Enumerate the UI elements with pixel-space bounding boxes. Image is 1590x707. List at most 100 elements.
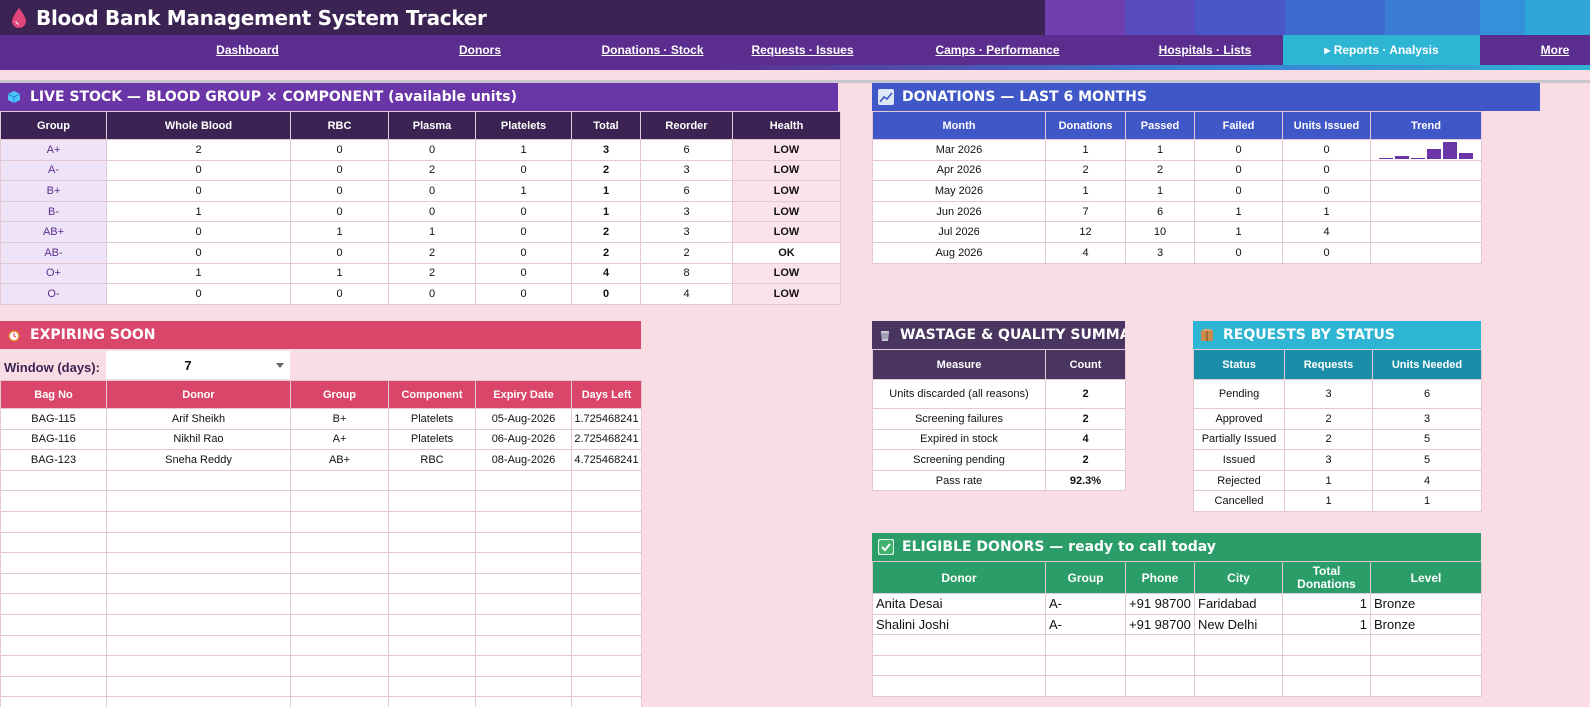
nav-requests-issues[interactable]: Requests · Issues xyxy=(740,35,865,65)
table-cell xyxy=(106,655,291,677)
nav-underline xyxy=(0,65,1590,70)
table-row[interactable] xyxy=(0,634,642,657)
table-cell: 4 xyxy=(1372,469,1482,492)
table-row[interactable]: Rejected 1 4 xyxy=(1193,469,1482,492)
table-row[interactable]: AB+ 0 1 1 0 2 3 LOW xyxy=(0,221,841,243)
table-row[interactable]: Pending 3 6 xyxy=(1193,379,1482,409)
table-cell xyxy=(0,490,107,512)
table-cell: 3 xyxy=(1284,449,1373,471)
table-row[interactable]: BAG-116 Nikhil Rao A+ Platelets 06-Aug-2026 2… xyxy=(0,428,642,451)
live-stock-table: Group Whole Blood RBC Plasma Platelets T… xyxy=(0,111,841,305)
table-cell: Aug 2026 xyxy=(872,241,1046,264)
table-row[interactable]: BAG-123 Sneha Reddy AB+ RBC 08-Aug-2026 4.725… xyxy=(0,449,642,471)
table-row[interactable]: Units discarded (all reasons) 2 xyxy=(872,379,1126,409)
table-row[interactable] xyxy=(872,654,1482,677)
table-cell: +91 98700 xyxy=(1125,593,1195,615)
table-cell: 1 xyxy=(290,262,389,285)
table-row[interactable]: May 2026 1 1 0 0 xyxy=(872,180,1482,202)
table-row[interactable]: Anita Desai A- +91 98700 Faridabad 1 Bronze xyxy=(872,593,1482,615)
table-row[interactable]: BAG-115 Arif Sheikh B+ Platelets 05-Aug-2026… xyxy=(0,408,642,430)
sparkline-bar xyxy=(1395,155,1409,159)
table-cell xyxy=(106,634,291,657)
column-header: Bag No xyxy=(0,380,107,409)
table-row[interactable]: Apr 2026 2 2 0 0 xyxy=(872,159,1482,182)
blood-drop-icon xyxy=(12,7,26,28)
table-row[interactable]: Screening failures 2 xyxy=(872,408,1126,430)
nav-dashboard[interactable]: Dashboard xyxy=(185,35,310,65)
nav-camps-performance[interactable]: Camps · Performance xyxy=(920,35,1075,65)
table-row[interactable]: A+ 2 0 0 1 3 6 LOW xyxy=(0,139,841,161)
table-row[interactable]: Partially Issued 2 5 xyxy=(1193,428,1482,451)
table-cell: Mar 2026 xyxy=(872,139,1046,161)
table-cell xyxy=(1125,675,1195,697)
table-cell xyxy=(0,675,107,698)
table-row[interactable]: Cancelled 1 1 xyxy=(1193,490,1482,512)
count-cell: 92.3% xyxy=(1045,469,1126,492)
table-cell xyxy=(388,469,476,492)
table-row[interactable] xyxy=(0,572,642,595)
table-row[interactable] xyxy=(0,510,642,533)
health-status-cell: LOW xyxy=(732,200,841,223)
sparkline-bar xyxy=(1427,148,1441,159)
table-row[interactable]: Approved 2 3 xyxy=(1193,408,1482,430)
column-header: Units Issued xyxy=(1282,111,1371,140)
table-cell: 1 xyxy=(1284,490,1373,512)
table-row[interactable] xyxy=(0,552,642,574)
table-cell: 0 xyxy=(475,159,572,182)
nav-more[interactable]: More xyxy=(1520,35,1590,65)
table-row[interactable]: AB- 0 0 2 0 2 2 OK xyxy=(0,241,841,264)
nav-hospitals-lists[interactable]: Hospitals · Lists xyxy=(1140,35,1270,65)
table-row[interactable]: Expired in stock 4 xyxy=(872,428,1126,451)
table-row[interactable]: O- 0 0 0 0 0 4 LOW xyxy=(0,283,841,305)
table-row[interactable]: B- 1 0 0 0 1 3 LOW xyxy=(0,200,841,223)
table-row[interactable]: O+ 1 1 2 0 4 8 LOW xyxy=(0,262,841,285)
table-cell: Anita Desai xyxy=(872,593,1046,615)
window-days-dropdown[interactable]: 7 xyxy=(106,351,290,379)
table-row[interactable] xyxy=(0,593,642,615)
table-cell: 1 xyxy=(290,221,389,243)
table-row[interactable]: Issued 3 5 xyxy=(1193,449,1482,471)
table-cell: 6 xyxy=(1125,200,1195,223)
table-row[interactable] xyxy=(0,490,642,512)
table-row[interactable] xyxy=(0,469,642,492)
table-row[interactable]: Shalini Joshi A- +91 98700 New Delhi 1 Bronze xyxy=(872,613,1482,636)
nav-reports-analysis[interactable]: ▸ Reports · Analysis xyxy=(1283,35,1480,65)
table-row[interactable] xyxy=(872,634,1482,656)
table-cell: 4 xyxy=(1045,241,1126,264)
table-cell: 2.725468241 xyxy=(571,428,642,451)
nav-donors[interactable]: Donors xyxy=(420,35,540,65)
table-cell: 0 xyxy=(1194,180,1283,202)
table-row[interactable]: Screening pending 2 xyxy=(872,449,1126,471)
title-stripe xyxy=(1385,0,1480,35)
table-row[interactable]: A- 0 0 2 0 2 3 LOW xyxy=(0,159,841,182)
health-status-cell: LOW xyxy=(732,180,841,202)
table-row[interactable] xyxy=(0,613,642,636)
table-row[interactable]: B+ 0 0 0 1 1 6 LOW xyxy=(0,180,841,202)
table-cell: 12 xyxy=(1045,221,1126,243)
table-cell: 2 xyxy=(1284,428,1373,451)
table-cell: 2 xyxy=(571,221,641,243)
table-cell: 2 xyxy=(106,139,291,161)
column-header: Units Needed xyxy=(1372,349,1482,380)
table-cell: 6 xyxy=(1372,379,1482,409)
table-row[interactable] xyxy=(0,655,642,677)
table-cell xyxy=(0,510,107,533)
table-cell: Cancelled xyxy=(1193,490,1285,512)
table-row[interactable]: Aug 2026 4 3 0 0 xyxy=(872,241,1482,264)
table-row[interactable]: Jul 2026 12 10 1 4 xyxy=(872,221,1482,243)
table-cell: +91 98700 xyxy=(1125,613,1195,636)
table-row[interactable] xyxy=(0,531,642,554)
nav-donations-stock[interactable]: Donations · Stock xyxy=(590,35,715,65)
table-row[interactable] xyxy=(872,675,1482,697)
table-cell xyxy=(0,634,107,657)
table-cell xyxy=(571,675,642,698)
health-status-cell: LOW xyxy=(732,221,841,243)
table-row[interactable]: Jun 2026 7 6 1 1 xyxy=(872,200,1482,223)
table-cell: 3 xyxy=(1284,379,1373,409)
table-row[interactable]: Pass rate 92.3% xyxy=(872,469,1126,492)
table-row[interactable]: Mar 2026 1 1 0 0 xyxy=(872,139,1482,161)
table-cell xyxy=(388,634,476,657)
table-row[interactable] xyxy=(0,696,642,707)
table-row[interactable] xyxy=(0,675,642,698)
table-cell xyxy=(290,490,389,512)
